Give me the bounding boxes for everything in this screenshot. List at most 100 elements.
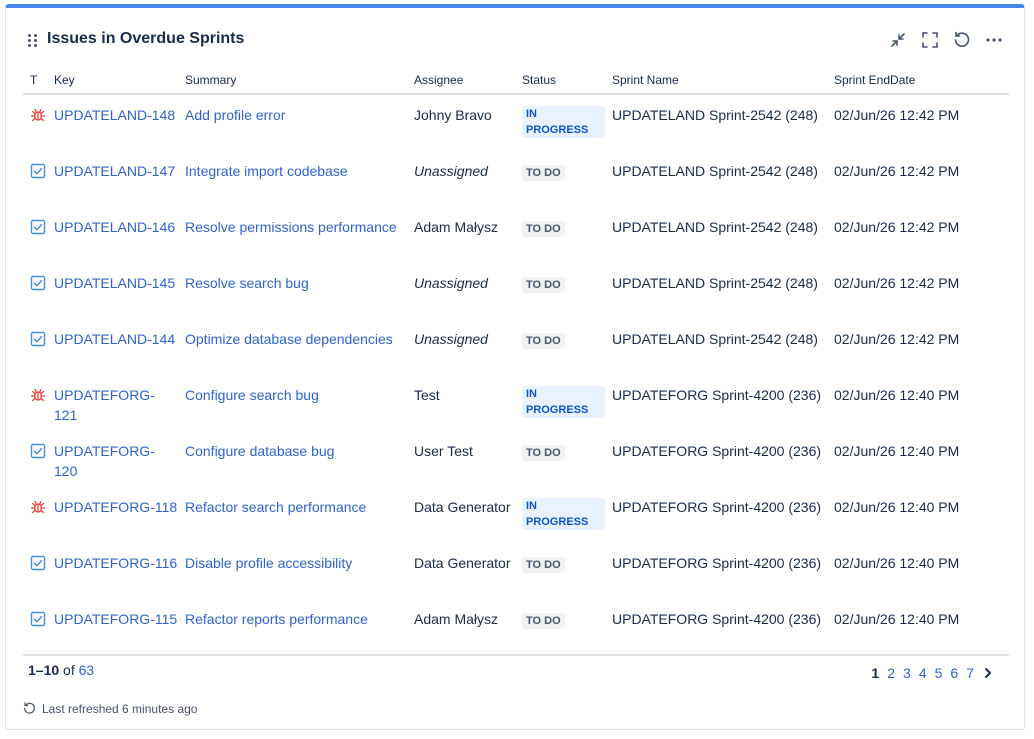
column-header-key[interactable]: Key xyxy=(47,67,178,95)
minimize-icon[interactable] xyxy=(888,30,908,50)
table-row: UPDATEFORG-116 Disable profile accessibil… xyxy=(23,543,1009,599)
cell-summary: Optimize database dependencies xyxy=(178,319,407,375)
cell-sprint-end-date: 02/Jun/26 12:42 PM xyxy=(827,319,1009,375)
column-header-sprint-end-date[interactable]: Sprint EndDate xyxy=(827,67,1009,95)
cell-sprint-name: UPDATEFORG Sprint-4200 (236) xyxy=(605,375,827,431)
issue-summary-link[interactable]: Resolve search bug xyxy=(185,275,309,291)
next-page-chevron-icon[interactable] xyxy=(982,666,994,680)
cell-assignee: Unassigned xyxy=(407,263,515,319)
column-header-assignee[interactable]: Assignee xyxy=(407,67,515,95)
cell-assignee: Data Generator xyxy=(407,487,515,543)
task-icon[interactable] xyxy=(30,555,46,571)
assignee-value: Data Generator xyxy=(414,555,511,571)
column-header-type[interactable]: T xyxy=(23,67,47,95)
status-badge: TO DO xyxy=(522,333,565,349)
sprint-end-date-value: 02/Jun/26 12:42 PM xyxy=(834,331,960,347)
column-header-sprint-name[interactable]: Sprint Name xyxy=(605,67,827,95)
page-2-link[interactable]: 2 xyxy=(887,665,895,681)
bug-icon[interactable] xyxy=(30,387,46,403)
page-3-link[interactable]: 3 xyxy=(903,665,911,681)
issue-summary-link[interactable]: Add profile error xyxy=(185,107,285,123)
column-header-summary[interactable]: Summary xyxy=(178,67,407,95)
issue-key-link[interactable]: UPDATELAND-147 xyxy=(54,163,175,179)
cell-key: UPDATELAND-147 xyxy=(47,151,178,207)
page-6-link[interactable]: 6 xyxy=(950,665,958,681)
issue-summary-link[interactable]: Optimize database dependencies xyxy=(185,331,393,347)
cell-summary: Resolve permissions performance xyxy=(178,207,407,263)
issue-summary-link[interactable]: Integrate import codebase xyxy=(185,163,348,179)
cell-sprint-name: UPDATEFORG Sprint-4200 (236) xyxy=(605,431,827,487)
cell-summary: Configure database bug xyxy=(178,431,407,487)
status-badge: TO DO xyxy=(522,557,565,573)
cell-status: IN PROGRESS xyxy=(515,94,605,151)
issue-key-link[interactable]: UPDATEFORG-120 xyxy=(54,443,155,479)
sprint-end-date-value: 02/Jun/26 12:42 PM xyxy=(834,163,960,179)
issue-summary-link[interactable]: Refactor search performance xyxy=(185,499,366,515)
last-refreshed-text: Last refreshed 6 minutes ago xyxy=(42,701,198,716)
more-options-icon[interactable] xyxy=(984,30,1004,50)
gadget: Issues in Overdue Sprints T Key Summary … xyxy=(5,4,1025,730)
cell-type xyxy=(23,543,47,599)
issue-key-link[interactable]: UPDATELAND-148 xyxy=(54,107,175,123)
page-7-link[interactable]: 7 xyxy=(966,665,974,681)
page-5-link[interactable]: 5 xyxy=(935,665,943,681)
cell-summary: Resolve search bug xyxy=(178,263,407,319)
cell-type xyxy=(23,375,47,431)
issue-summary-link[interactable]: Configure search bug xyxy=(185,387,319,403)
cell-key: UPDATEFORG-116 xyxy=(47,543,178,599)
cell-status: IN PROGRESS xyxy=(515,375,605,431)
issue-key-link[interactable]: UPDATELAND-145 xyxy=(54,275,175,291)
sprint-name-value: UPDATELAND Sprint-2542 (248) xyxy=(612,275,818,291)
cell-assignee: Test xyxy=(407,375,515,431)
issue-summary-link[interactable]: Configure database bug xyxy=(185,443,334,459)
column-header-status[interactable]: Status xyxy=(515,67,605,95)
task-icon[interactable] xyxy=(30,331,46,347)
table-row: UPDATEFORG-115 Refactor reports performan… xyxy=(23,599,1009,655)
cell-assignee: Unassigned xyxy=(407,319,515,375)
task-icon[interactable] xyxy=(30,219,46,235)
page-1-link[interactable]: 1 xyxy=(871,665,879,681)
status-badge: TO DO xyxy=(522,165,565,181)
issue-key-link[interactable]: UPDATEFORG-121 xyxy=(54,387,155,423)
cell-type xyxy=(23,487,47,543)
cell-key: UPDATEFORG-115 xyxy=(47,599,178,655)
status-badge: IN PROGRESS xyxy=(522,106,605,138)
drag-handle-icon[interactable] xyxy=(28,34,40,48)
cell-sprint-end-date: 02/Jun/26 12:40 PM xyxy=(827,599,1009,655)
page-4-link[interactable]: 4 xyxy=(919,665,927,681)
task-icon[interactable] xyxy=(30,443,46,459)
cell-type xyxy=(23,263,47,319)
cell-status: TO DO xyxy=(515,207,605,263)
sprint-name-value: UPDATEFORG Sprint-4200 (236) xyxy=(612,611,822,627)
task-icon[interactable] xyxy=(30,163,46,179)
refresh-small-icon xyxy=(22,701,37,716)
result-range: 1–10 xyxy=(28,662,60,678)
issue-key-link[interactable]: UPDATELAND-146 xyxy=(54,219,175,235)
bug-icon[interactable] xyxy=(30,499,46,515)
bug-icon[interactable] xyxy=(30,107,46,123)
task-icon[interactable] xyxy=(30,611,46,627)
issue-key-link[interactable]: UPDATEFORG-115 xyxy=(54,611,177,627)
cell-sprint-name: UPDATELAND Sprint-2542 (248) xyxy=(605,94,827,151)
cell-sprint-end-date: 02/Jun/26 12:42 PM xyxy=(827,151,1009,207)
assignee-value: Unassigned xyxy=(414,275,488,291)
issue-key-link[interactable]: UPDATELAND-144 xyxy=(54,331,175,347)
refresh-icon[interactable] xyxy=(952,30,972,50)
task-icon[interactable] xyxy=(30,275,46,291)
issue-summary-link[interactable]: Disable profile accessibility xyxy=(185,555,352,571)
cell-type xyxy=(23,94,47,151)
issue-key-link[interactable]: UPDATEFORG-116 xyxy=(54,555,177,571)
issue-summary-link[interactable]: Refactor reports performance xyxy=(185,611,368,627)
cell-sprint-name: UPDATEFORG Sprint-4200 (236) xyxy=(605,543,827,599)
cell-type xyxy=(23,207,47,263)
cell-sprint-end-date: 02/Jun/26 12:40 PM xyxy=(827,431,1009,487)
issue-summary-link[interactable]: Resolve permissions performance xyxy=(185,219,397,235)
cell-assignee: User Test xyxy=(407,431,515,487)
sprint-name-value: UPDATEFORG Sprint-4200 (236) xyxy=(612,555,822,571)
result-total-link[interactable]: 63 xyxy=(79,662,95,678)
sprint-name-value: UPDATELAND Sprint-2542 (248) xyxy=(612,331,818,347)
fullscreen-icon[interactable] xyxy=(920,30,940,50)
table-row: UPDATELAND-147 Integrate import codebase U… xyxy=(23,151,1009,207)
cell-summary: Disable profile accessibility xyxy=(178,543,407,599)
issue-key-link[interactable]: UPDATEFORG-118 xyxy=(54,499,177,515)
